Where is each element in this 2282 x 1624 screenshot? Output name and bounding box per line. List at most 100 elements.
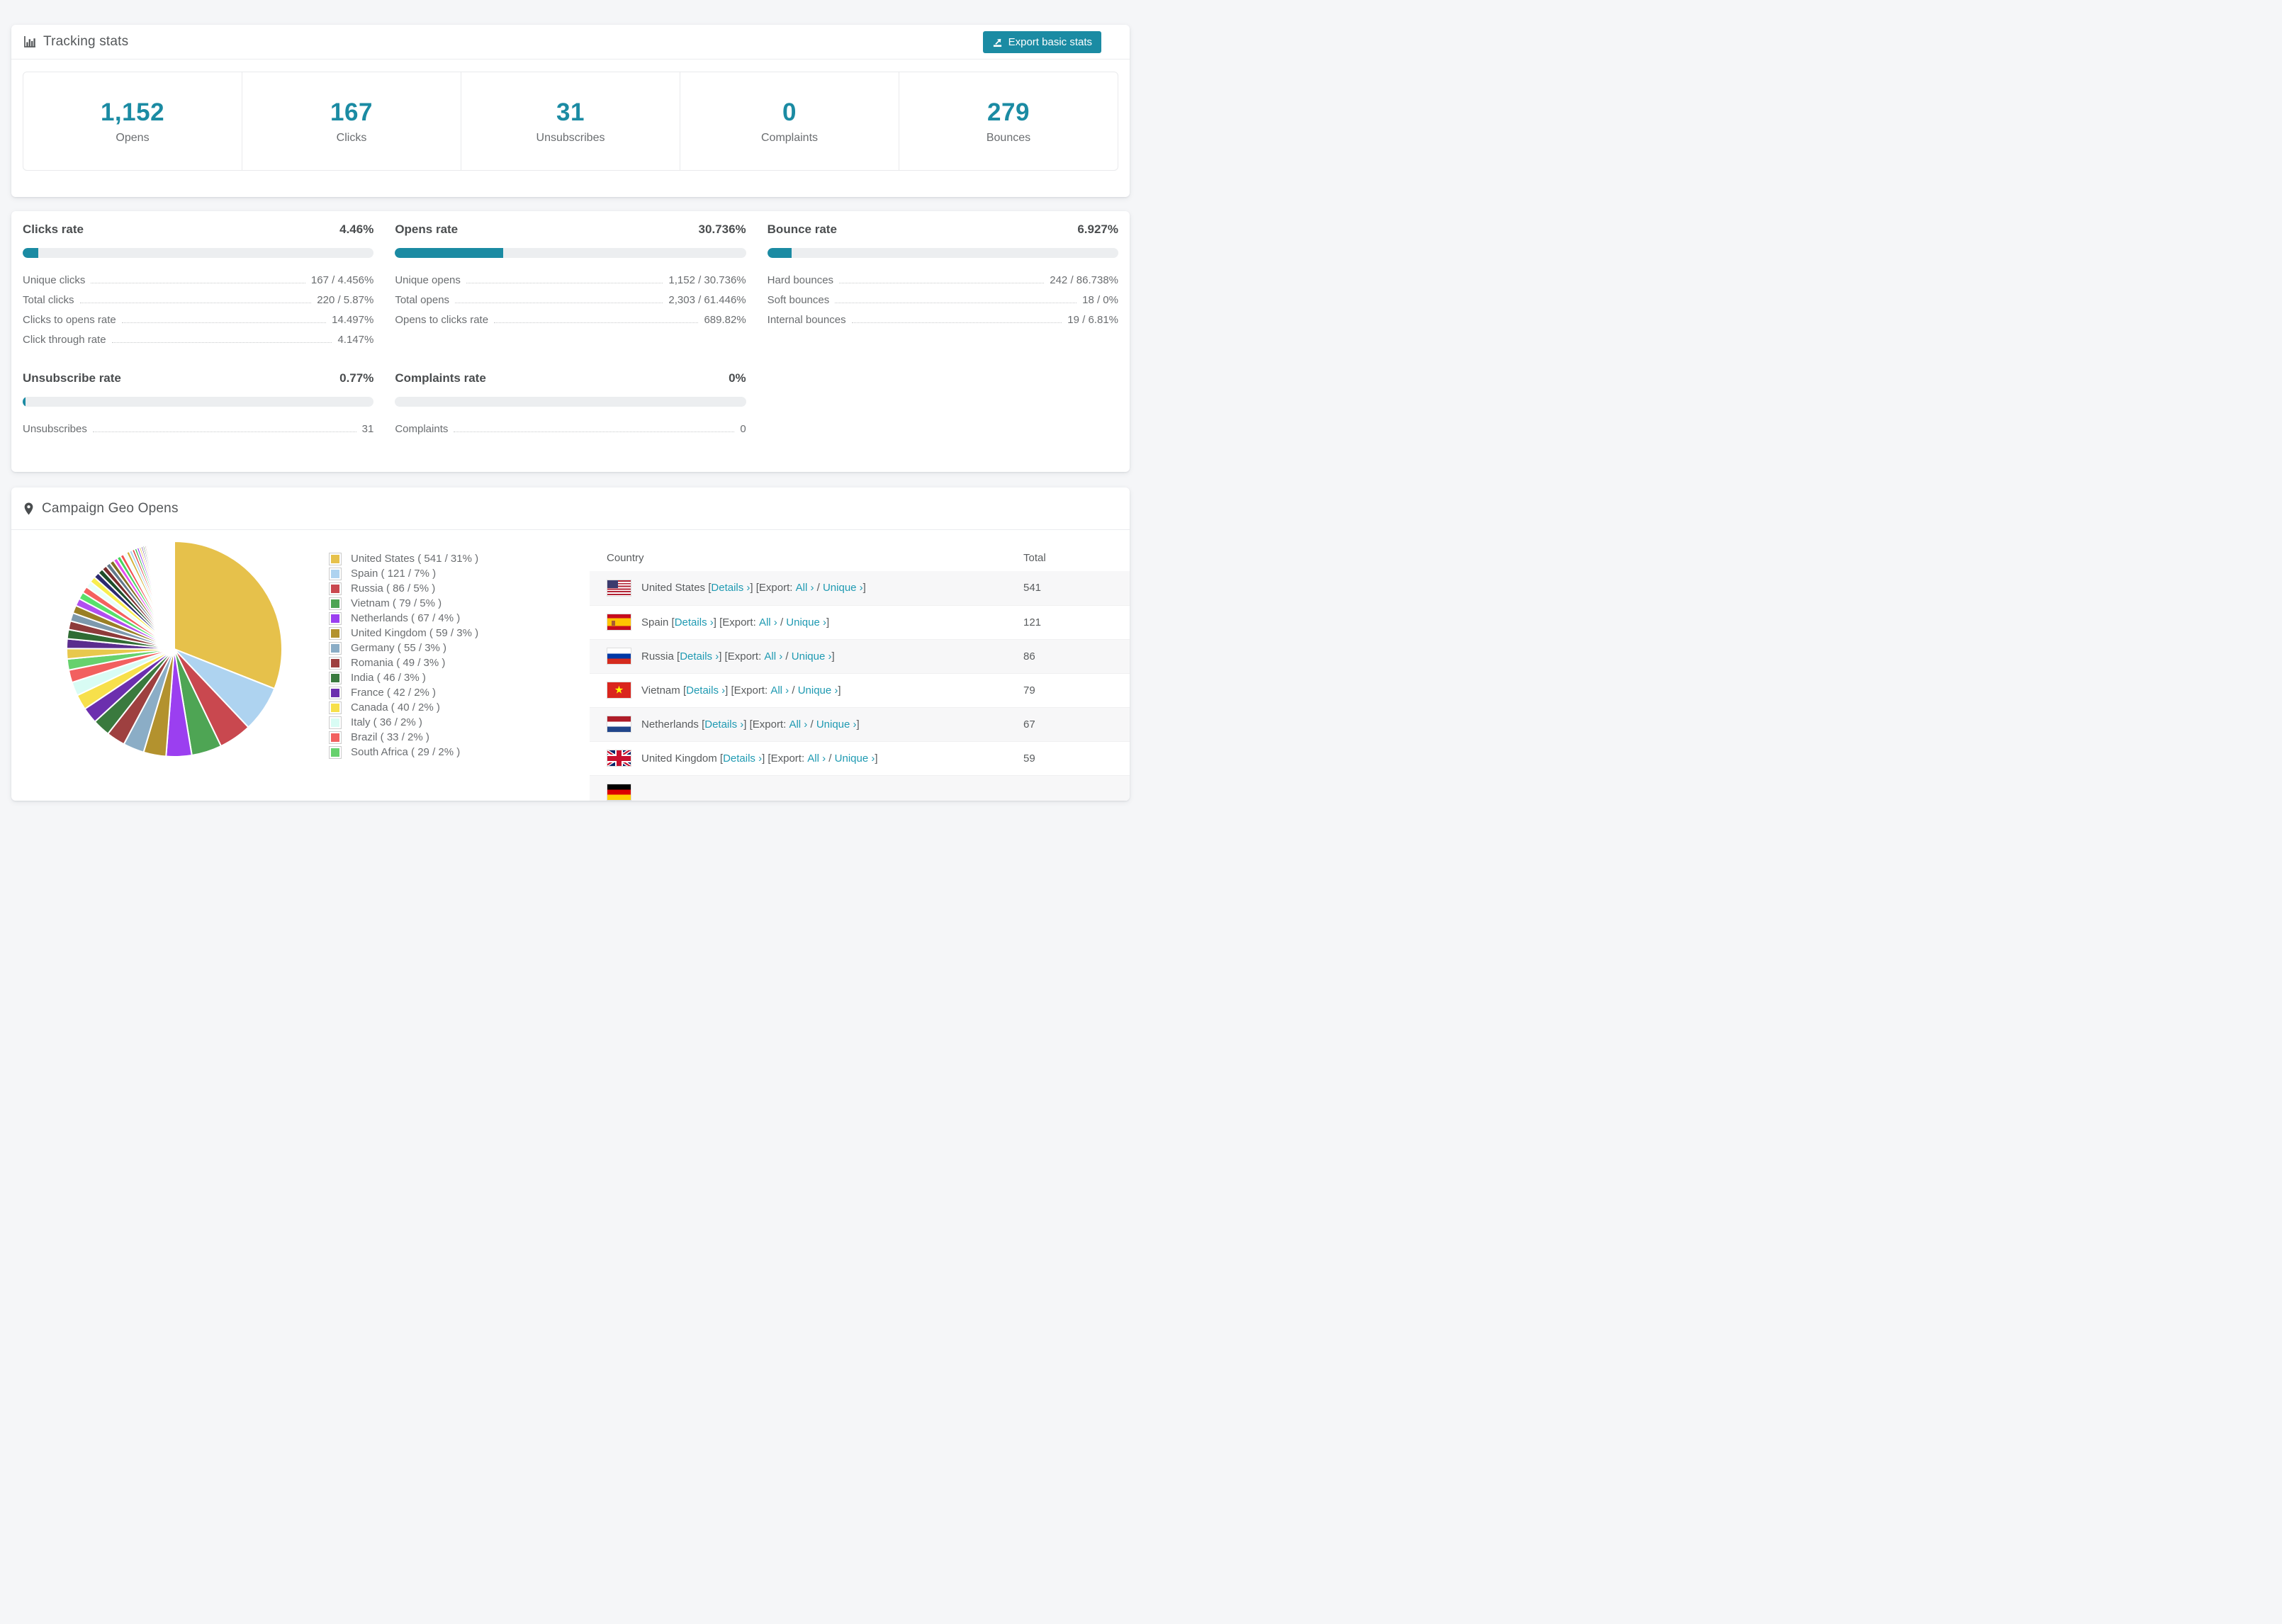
- legend-swatch: [329, 716, 342, 729]
- legend-label: Netherlands ( 67 / 4% ): [351, 612, 461, 624]
- legend-swatch: [329, 641, 342, 655]
- country-cell: Vietnam [Details ›] [Export: All › / Uni…: [590, 682, 1023, 699]
- rate-row: Total opens 2,303 / 61.446%: [395, 286, 746, 306]
- country-name: United States: [641, 582, 709, 594]
- legend-item: Brazil ( 33 / 2% ): [329, 730, 590, 745]
- export-all-link[interactable]: All ›: [807, 752, 826, 765]
- rate-rows: Complaints 0: [395, 415, 746, 435]
- rate-row-label: Total opens: [395, 294, 450, 306]
- legend-swatch: [329, 686, 342, 699]
- rate-row-value: 31: [361, 423, 374, 435]
- bracket: ]: [826, 616, 830, 628]
- ru-flag-icon: [607, 648, 631, 665]
- gb-flag-icon: [607, 750, 631, 767]
- export-all-link[interactable]: All ›: [764, 650, 782, 662]
- dotted-leader: [494, 322, 699, 323]
- stat-value: 167: [330, 98, 373, 126]
- export-all-link[interactable]: All ›: [789, 718, 807, 731]
- export-prefix: ] [Export:: [725, 684, 771, 697]
- country-total: 79: [1023, 672, 1130, 707]
- country-column-header: Country: [607, 551, 644, 564]
- export-unique-link[interactable]: Unique ›: [798, 684, 838, 697]
- legend-item: Italy ( 36 / 2% ): [329, 715, 590, 730]
- country-details-link[interactable]: Details ›: [680, 650, 719, 662]
- rate-section-bounce-rate: Bounce rate 6.927% Hard bounces 242 / 86.73…: [767, 222, 1118, 346]
- export-prefix: ] [Export:: [743, 718, 789, 731]
- rate-row-label: Internal bounces: [767, 314, 846, 326]
- progress-fill: [767, 248, 792, 258]
- legend-item: United Kingdom ( 59 / 3% ): [329, 626, 590, 641]
- rate-row-value: 4.147%: [337, 334, 374, 346]
- bracket: ]: [856, 718, 860, 731]
- legend-item: Vietnam ( 79 / 5% ): [329, 596, 590, 611]
- country-details-link[interactable]: Details ›: [686, 684, 725, 697]
- legend-label: United States ( 541 / 31% ): [351, 553, 479, 565]
- legend-swatch: [329, 745, 342, 759]
- page: Tracking stats Export basic stats 1,152 O…: [0, 0, 1141, 812]
- rate-section-head: Clicks rate 4.46%: [23, 222, 373, 237]
- geo-content: United States ( 541 / 31% ) Spain ( 121 /…: [11, 530, 1130, 801]
- export-unique-link[interactable]: Unique ›: [823, 582, 863, 594]
- export-basic-stats-button[interactable]: Export basic stats: [982, 30, 1101, 53]
- country-cell: Russia [Details ›] [Export: All › / Uniq…: [590, 648, 1023, 665]
- country-total: 59: [1023, 740, 1130, 775]
- rate-row-label: Total clicks: [23, 294, 74, 306]
- country-details-link[interactable]: Details ›: [675, 616, 714, 628]
- export-unique-link[interactable]: Unique ›: [816, 718, 857, 731]
- country-details-link[interactable]: Details ›: [723, 752, 762, 765]
- table-row: Vietnam [Details ›] [Export: All › / Uni…: [590, 672, 1130, 707]
- rate-section-value: 0%: [729, 371, 746, 385]
- rate-row: Click through rate 4.147%: [23, 326, 373, 346]
- nl-flag-icon: [607, 716, 631, 733]
- rate-row-label: Complaints: [395, 423, 449, 435]
- rate-section-clicks-rate: Clicks rate 4.46% Unique clicks 167 / 4.456…: [23, 222, 374, 346]
- country-cell: [590, 784, 1023, 801]
- bracket: ]: [862, 582, 866, 594]
- export-all-link[interactable]: All ›: [759, 616, 777, 628]
- slash: /: [814, 582, 823, 594]
- legend-label: Vietnam ( 79 / 5% ): [351, 597, 442, 609]
- rate-row-label: Clicks to opens rate: [23, 314, 116, 326]
- legend-item: Germany ( 55 / 3% ): [329, 641, 590, 655]
- rate-row-value: 18 / 0%: [1082, 294, 1118, 306]
- country-name: Spain: [641, 616, 672, 628]
- rate-row: Internal bounces 19 / 6.81%: [768, 306, 1118, 326]
- stat-value: 279: [987, 98, 1030, 126]
- stat-value: 0: [782, 98, 797, 126]
- legend-label: Brazil ( 33 / 2% ): [351, 731, 429, 743]
- export-unique-link[interactable]: Unique ›: [786, 616, 826, 628]
- total-column-header: Total: [1023, 551, 1046, 564]
- export-all-link[interactable]: All ›: [796, 582, 814, 594]
- country-cell: Spain [Details ›] [Export: All › / Uniqu…: [590, 614, 1023, 631]
- legend-item: United States ( 541 / 31% ): [329, 551, 590, 566]
- legend-label: United Kingdom ( 59 / 3% ): [351, 627, 479, 639]
- rate-row: Unique opens 1,152 / 30.736%: [395, 266, 746, 286]
- rate-row-value: 14.497%: [332, 314, 374, 326]
- bracket: ]: [838, 684, 841, 697]
- legend-item: Canada ( 40 / 2% ): [329, 700, 590, 715]
- country-name: United Kingdom: [641, 752, 720, 765]
- rate-section-title: Clicks rate: [23, 222, 84, 236]
- export-unique-link[interactable]: Unique ›: [792, 650, 832, 662]
- geo-card: Campaign Geo Opens United States ( 541 /…: [11, 487, 1130, 801]
- geo-pie-chart: [65, 541, 283, 757]
- map-pin-icon: [23, 502, 35, 516]
- export-all-link[interactable]: All ›: [770, 684, 789, 697]
- country-details-link[interactable]: Details ›: [711, 582, 750, 594]
- progress-bar: [395, 397, 746, 407]
- stat-value: 1,152: [100, 98, 165, 126]
- rate-row-label: Unique opens: [395, 274, 461, 286]
- progress-bar: [767, 248, 1118, 258]
- tracking-stats-title: Tracking stats: [43, 34, 129, 49]
- geo-pie-wrap: [11, 530, 329, 763]
- rate-row: Clicks to opens rate 14.497%: [23, 306, 373, 326]
- rate-row-label: Hard bounces: [767, 274, 834, 286]
- rate-row: Unique clicks 167 / 4.456%: [23, 266, 373, 286]
- legend-item: Netherlands ( 67 / 4% ): [329, 611, 590, 626]
- rate-rows: Hard bounces 242 / 86.738% Soft bounces 18 …: [768, 266, 1118, 326]
- country-details-link[interactable]: Details ›: [704, 718, 743, 731]
- legend-label: South Africa ( 29 / 2% ): [351, 746, 461, 758]
- geo-title: Campaign Geo Opens: [42, 500, 179, 516]
- export-unique-link[interactable]: Unique ›: [835, 752, 875, 765]
- stat-label: Bounces: [986, 131, 1031, 144]
